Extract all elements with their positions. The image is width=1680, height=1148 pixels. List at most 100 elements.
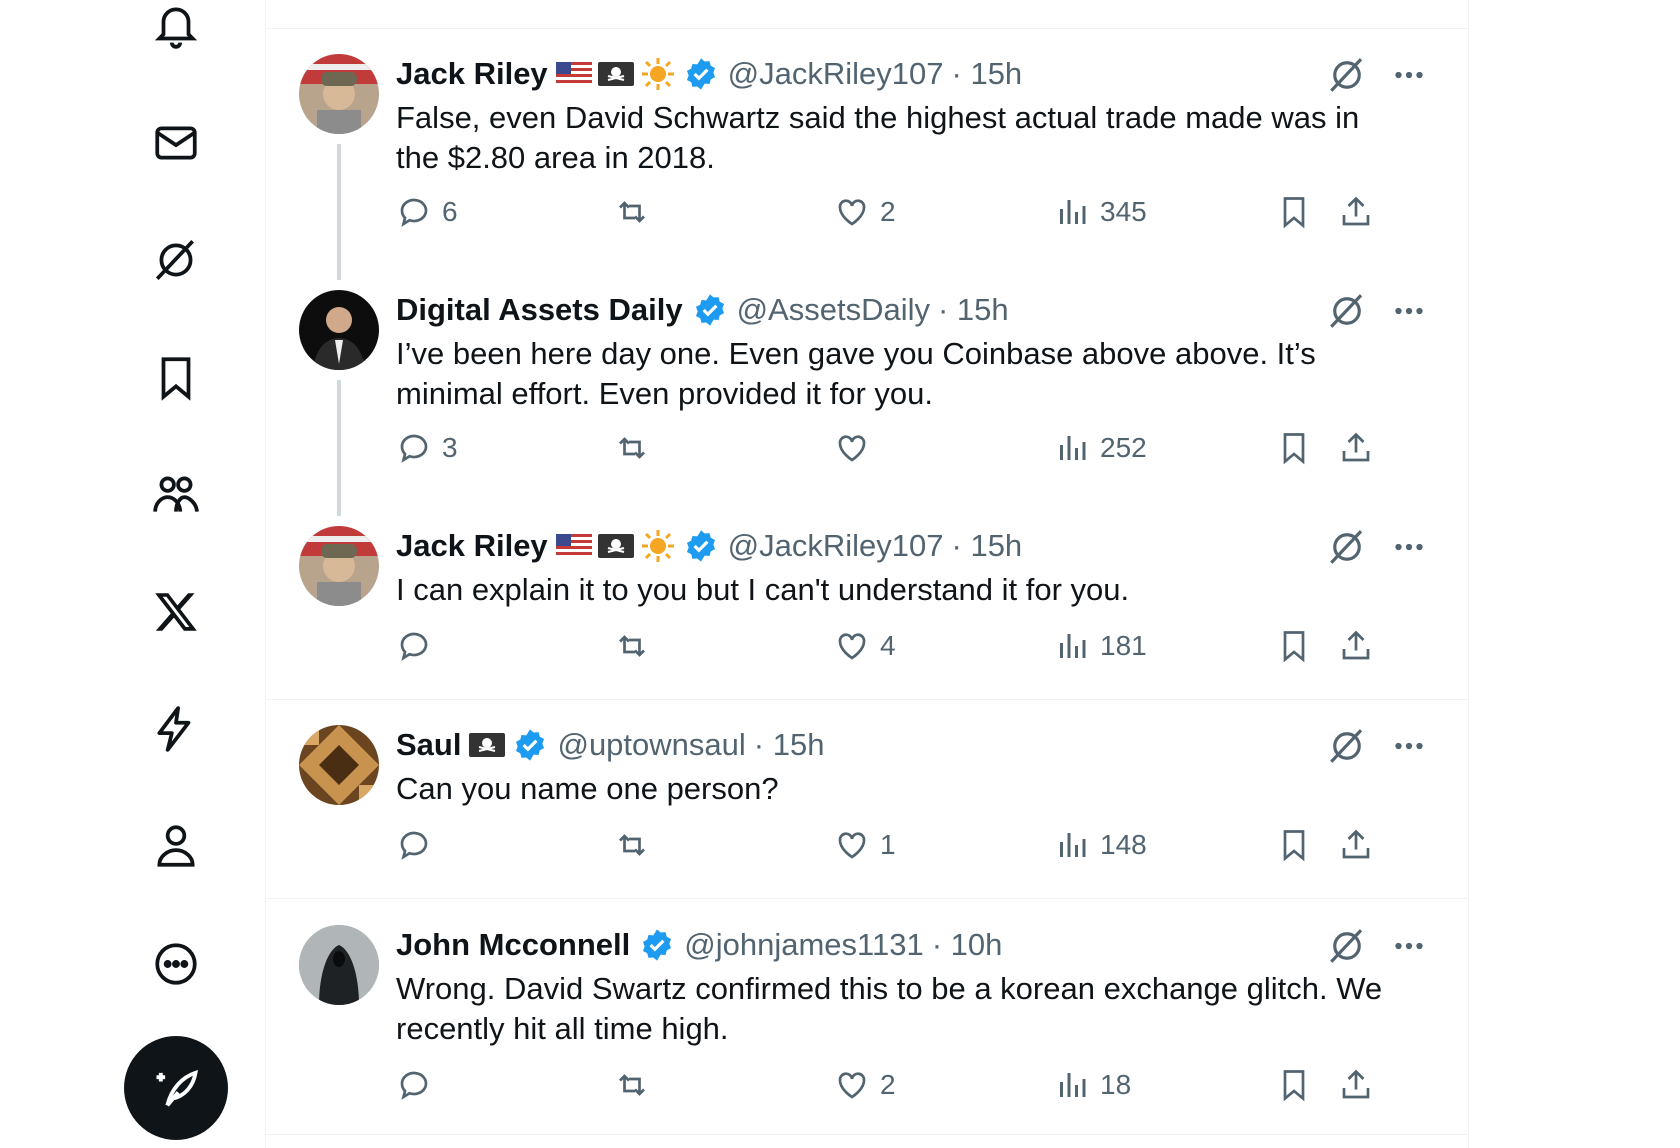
- more-options-icon[interactable]: [1388, 725, 1430, 767]
- tweet[interactable]: John Mcconnell @johnjames1131 · 10h Wron…: [266, 925, 1468, 1135]
- retweet-button[interactable]: [614, 823, 660, 867]
- like-button[interactable]: 4: [834, 624, 896, 668]
- grok-icon[interactable]: [1326, 725, 1368, 767]
- reply-button[interactable]: [396, 624, 442, 668]
- tweet[interactable]: Jack Riley @JackRiley107 · 15h False, ev…: [266, 54, 1468, 280]
- divider: [266, 28, 1468, 29]
- like-count: 1: [880, 829, 896, 860]
- x-premium-icon[interactable]: [146, 582, 206, 642]
- bookmark-button[interactable]: [1276, 624, 1322, 668]
- like-button[interactable]: 1: [834, 823, 896, 867]
- views-icon: [1060, 200, 1086, 224]
- left-sidebar: [0, 0, 265, 1148]
- compose-post-button[interactable]: [124, 1036, 228, 1140]
- like-button[interactable]: 2: [834, 1063, 896, 1107]
- views-icon: [1060, 436, 1086, 460]
- retweet-icon: [619, 834, 645, 856]
- more-options-icon[interactable]: [1388, 290, 1430, 332]
- grok-icon[interactable]: [1326, 290, 1368, 332]
- tweet-header: Saul @uptownsaul · 15h: [396, 725, 824, 765]
- avatar[interactable]: [299, 925, 379, 1005]
- communities-icon[interactable]: [146, 465, 206, 525]
- verified-badge-icon: [643, 929, 672, 961]
- more-options-icon[interactable]: [1388, 925, 1430, 967]
- author-name[interactable]: Jack Riley: [396, 56, 548, 92]
- grok-icon[interactable]: [1326, 925, 1368, 967]
- author-handle[interactable]: @uptownsaul: [557, 727, 745, 763]
- share-icon: [1342, 1069, 1370, 1099]
- reply-button[interactable]: 3: [396, 426, 458, 470]
- views-icon: [1060, 833, 1086, 857]
- tweet[interactable]: Jack Riley @JackRiley107 · 15h I can exp…: [266, 526, 1468, 696]
- tweet-actions: 1 148: [396, 823, 1436, 867]
- more-options-icon[interactable]: [1388, 54, 1430, 96]
- thread-line: [337, 144, 341, 280]
- author-handle[interactable]: @johnjames1131: [684, 927, 923, 963]
- heart-icon: [838, 633, 866, 660]
- views-button[interactable]: 148: [1054, 823, 1147, 867]
- timestamp[interactable]: · 15h: [754, 727, 825, 763]
- pirate-flag-icon: [469, 733, 506, 757]
- heart-icon: [838, 435, 866, 462]
- notifications-icon[interactable]: [146, 0, 206, 56]
- retweet-button[interactable]: [614, 426, 660, 470]
- share-button[interactable]: [1338, 426, 1384, 470]
- views-button[interactable]: 345: [1054, 190, 1147, 234]
- timestamp[interactable]: · 15h: [952, 56, 1023, 92]
- avatar[interactable]: [299, 54, 379, 134]
- views-button[interactable]: 181: [1054, 624, 1147, 668]
- author-name[interactable]: Digital Assets Daily: [396, 292, 683, 328]
- timestamp[interactable]: · 15h: [952, 528, 1023, 564]
- bookmark-icon: [1283, 830, 1305, 862]
- avatar[interactable]: [299, 526, 379, 606]
- retweet-button[interactable]: [614, 624, 660, 668]
- grok-icon[interactable]: [146, 230, 206, 290]
- views-icon: [1060, 634, 1086, 658]
- author-handle[interactable]: @JackRiley107: [728, 56, 944, 92]
- bookmark-button[interactable]: [1276, 190, 1322, 234]
- author-name[interactable]: Jack Riley: [396, 528, 548, 564]
- share-button[interactable]: [1338, 1063, 1384, 1107]
- reply-button[interactable]: [396, 1063, 442, 1107]
- tweet[interactable]: Digital Assets Daily @AssetsDaily · 15h …: [266, 290, 1468, 516]
- share-icon: [1342, 196, 1370, 226]
- verified-badge-icon: [695, 294, 724, 326]
- tweet-text: False, even David Schwartz said the high…: [396, 100, 1360, 175]
- messages-icon[interactable]: [146, 113, 206, 173]
- timestamp[interactable]: · 15h: [938, 292, 1009, 328]
- like-button[interactable]: [834, 426, 880, 470]
- bookmark-icon: [1283, 1070, 1305, 1102]
- bookmark-button[interactable]: [1276, 823, 1322, 867]
- view-count: 148: [1100, 829, 1147, 860]
- more-options-icon[interactable]: [1388, 526, 1430, 568]
- share-button[interactable]: [1338, 190, 1384, 234]
- timestamp[interactable]: · 10h: [932, 927, 1003, 963]
- avatar[interactable]: [299, 725, 379, 805]
- view-count: 252: [1100, 432, 1147, 463]
- author-name[interactable]: John Mcconnell: [396, 927, 630, 963]
- author-name[interactable]: Saul: [396, 727, 461, 763]
- like-button[interactable]: 2: [834, 190, 896, 234]
- bookmark-button[interactable]: [1276, 1063, 1322, 1107]
- share-button[interactable]: [1338, 823, 1384, 867]
- bookmark-icon: [1283, 631, 1305, 663]
- retweet-button[interactable]: [614, 1063, 660, 1107]
- more-icon[interactable]: [146, 934, 206, 994]
- reply-button[interactable]: 6: [396, 190, 458, 234]
- tweet[interactable]: Saul @uptownsaul · 15h Can you name one …: [266, 725, 1468, 895]
- verified-orgs-icon[interactable]: [146, 699, 206, 759]
- bookmarks-icon[interactable]: [146, 348, 206, 408]
- grok-icon[interactable]: [1326, 54, 1368, 96]
- author-handle[interactable]: @JackRiley107: [728, 528, 944, 564]
- views-button[interactable]: 18: [1054, 1063, 1131, 1107]
- reply-button[interactable]: [396, 823, 442, 867]
- author-handle[interactable]: @AssetsDaily: [737, 292, 930, 328]
- profile-icon[interactable]: [146, 816, 206, 876]
- retweet-button[interactable]: [614, 190, 660, 234]
- avatar[interactable]: [299, 290, 379, 370]
- share-button[interactable]: [1338, 624, 1384, 668]
- grok-icon[interactable]: [1326, 526, 1368, 568]
- bookmark-button[interactable]: [1276, 426, 1322, 470]
- like-count: 2: [880, 196, 896, 227]
- views-button[interactable]: 252: [1054, 426, 1147, 470]
